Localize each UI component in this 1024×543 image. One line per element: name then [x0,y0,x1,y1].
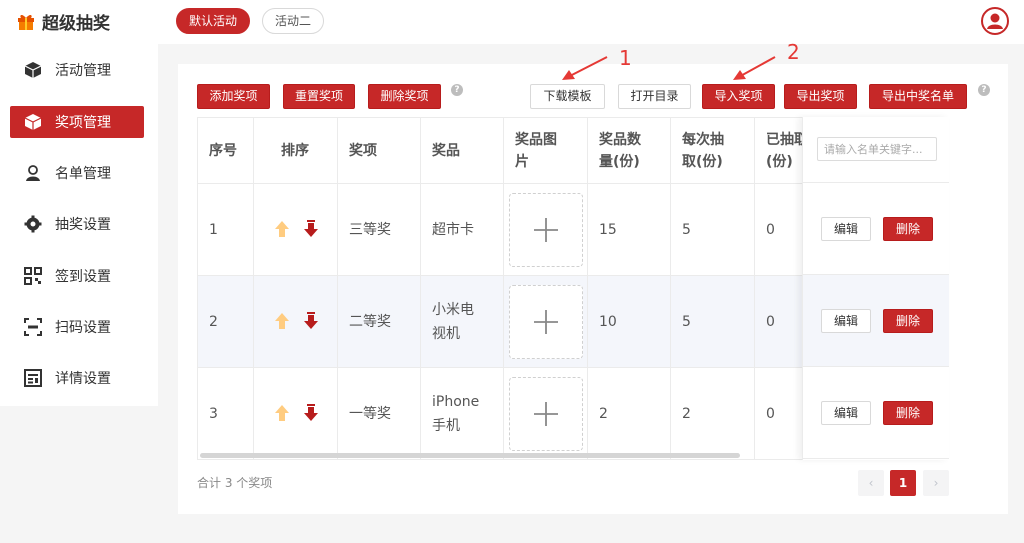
total-count: 合计 3 个奖项 [197,476,273,490]
upload-image-box[interactable] [509,285,583,359]
tab-default-activity[interactable]: 默认活动 [176,8,250,34]
annotation-number-two: 2 [787,40,800,64]
export-prizes-button[interactable]: 导出奖项 [784,84,857,109]
move-up-arrow-icon[interactable] [274,312,290,330]
sidebar-item-label: 扫码设置 [55,320,111,336]
box-icon [24,61,42,79]
cell-sort [254,368,338,459]
move-down-arrow-icon[interactable] [303,404,319,422]
sidebar-item-label: 活动管理 [55,63,111,79]
sidebar-item-prizes[interactable]: 奖项管理 [10,106,144,138]
plus-icon [534,310,558,334]
edit-button[interactable]: 编辑 [821,401,871,425]
sidebar-item-detail-settings[interactable]: 详情设置 [10,362,144,394]
cell-prize-level: 三等奖 [338,184,421,276]
column-header-index: 序号 [198,118,254,184]
upload-image-box[interactable] [509,193,583,267]
delete-prizes-button[interactable]: 删除奖项 [368,84,441,109]
cell-index: 1 [198,184,254,276]
column-header-quantity: 奖品数 量(份) [588,118,671,184]
move-down-arrow-icon[interactable] [303,312,319,330]
cell-index: 2 [198,276,254,368]
horizontal-scrollbar[interactable] [200,453,740,458]
column-header-prize-image: 奖品图片 [504,118,588,184]
column-header-prize-level: 奖项 [338,118,421,184]
cell-prize-level: 二等奖 [338,276,421,368]
qrcode-icon [24,267,42,285]
export-winners-button[interactable]: 导出中奖名单 [869,84,967,109]
cell-sort [254,276,338,368]
sidebar-item-draw-settings[interactable]: 抽奖设置 [10,208,144,240]
delete-button[interactable]: 删除 [883,217,933,241]
cell-quantity: 15 [588,184,671,276]
cell-per-draw: 2 [671,368,755,459]
cell-per-draw: 5 [671,184,755,276]
user-avatar-icon[interactable] [981,7,1009,35]
pager-next-button[interactable]: › [923,470,949,496]
delete-button[interactable]: 删除 [883,309,933,333]
cell-prize: 超市卡 [421,184,504,276]
annotation-number-one: 1 [619,46,632,70]
actions-row: 编辑 删除 [803,275,949,367]
cell-per-draw: 5 [671,276,755,368]
sidebar-item-checkin-settings[interactable]: 签到设置 [10,260,144,292]
gift-icon [18,14,34,30]
cell-quantity: 2 [588,368,671,459]
upload-image-box[interactable] [509,377,583,451]
gear-icon [24,215,42,233]
move-down-arrow-icon[interactable] [303,220,319,238]
sidebar-item-label: 名单管理 [55,166,111,182]
plus-icon [534,218,558,242]
scan-icon [24,318,42,336]
cell-prize: iPhone 手机 [421,368,504,459]
pager-page-button[interactable]: 1 [890,470,916,496]
sidebar-item-label: 奖项管理 [55,115,111,131]
cell-quantity: 10 [588,276,671,368]
reset-prizes-button[interactable]: 重置奖项 [283,84,355,109]
move-up-arrow-icon[interactable] [274,404,290,422]
list-keyword-search-input[interactable] [817,137,937,161]
sidebar-item-label: 详情设置 [55,371,111,387]
cell-prize: 小米电 视机 [421,276,504,368]
cell-prize-level: 一等奖 [338,368,421,459]
cell-prize-image [504,276,588,368]
edit-button[interactable]: 编辑 [821,217,871,241]
tab-activity-two[interactable]: 活动二 [262,8,324,34]
download-template-button[interactable]: 下载模板 [530,84,605,109]
help-icon[interactable]: ? [978,84,990,96]
sidebar: 活动管理 奖项管理 名单管理 抽奖设置 签到设置 扫码设置 详情设置 [0,44,158,406]
delete-button[interactable]: 删除 [883,401,933,425]
cell-prize-image [504,184,588,276]
sidebar-item-scan-settings[interactable]: 扫码设置 [10,311,144,343]
app-name: 超级抽奖 [42,13,110,34]
actions-column: 编辑 删除 编辑 删除 编辑 删除 [802,117,949,460]
open-directory-button[interactable]: 打开目录 [618,84,691,109]
add-prize-button[interactable]: 添加奖项 [197,84,270,109]
actions-row: 编辑 删除 [803,183,949,275]
user-icon [24,164,42,182]
sidebar-item-list[interactable]: 名单管理 [10,157,144,189]
box-icon [24,113,42,131]
cell-sort [254,184,338,276]
sidebar-item-label: 签到设置 [55,269,111,285]
app-logo: 超级抽奖 [16,9,110,34]
column-header-sort: 排序 [254,118,338,184]
column-header-prize: 奖品 [421,118,504,184]
cell-prize-image [504,368,588,459]
actions-column-header [803,117,949,183]
column-header-per-draw: 每次抽 取(份) [671,118,755,184]
sidebar-item-label: 抽奖设置 [55,217,111,233]
top-bar: 超级抽奖 默认活动 活动二 [0,0,1024,44]
detail-icon [24,369,42,387]
import-prizes-button[interactable]: 导入奖项 [702,84,775,109]
plus-icon [534,402,558,426]
sidebar-item-activity[interactable]: 活动管理 [10,54,144,86]
edit-button[interactable]: 编辑 [821,309,871,333]
pager-prev-button[interactable]: ‹ [858,470,884,496]
cell-index: 3 [198,368,254,459]
help-icon[interactable]: ? [451,84,463,96]
move-up-arrow-icon[interactable] [274,220,290,238]
actions-row: 编辑 删除 [803,367,949,459]
